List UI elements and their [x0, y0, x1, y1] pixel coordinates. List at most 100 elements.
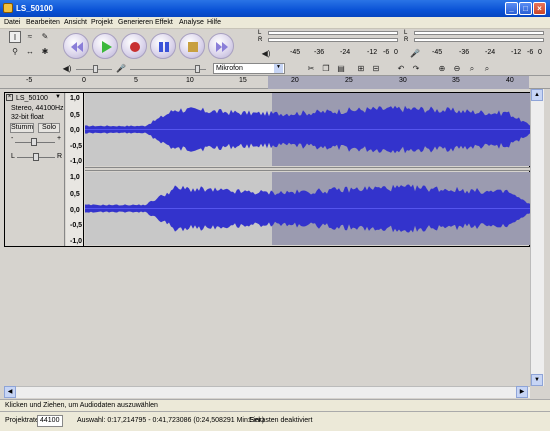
solo-button[interactable]: Solo: [38, 123, 60, 133]
snap-status: Einrasten deaktiviert: [249, 417, 313, 424]
mute-button[interactable]: Stumm: [10, 123, 34, 133]
stop-button[interactable]: [179, 33, 205, 59]
project-rate-field[interactable]: 44100: [37, 415, 63, 427]
draw-tool-icon[interactable]: ✎: [39, 31, 51, 43]
minimize-button[interactable]: _: [505, 2, 518, 15]
rec-meter-scale: -36: [459, 49, 470, 56]
play-icon: [102, 41, 112, 53]
menu-generieren[interactable]: Generieren: [118, 19, 153, 26]
gain-thumb[interactable]: [31, 138, 37, 146]
undo-icon[interactable]: ↶: [395, 63, 407, 75]
gain-minus-label: -: [11, 135, 14, 142]
trim-icon[interactable]: ⊞: [355, 63, 367, 75]
menu-hilfe[interactable]: Hilfe: [207, 19, 221, 26]
close-button[interactable]: ×: [533, 2, 546, 15]
track-name[interactable]: LS_50100: [16, 95, 48, 102]
ruler-tick: 40: [506, 77, 514, 84]
redo-icon[interactable]: ↷: [410, 63, 422, 75]
input-volume-icon: 🎤: [116, 64, 126, 73]
cut-icon[interactable]: ✂: [305, 63, 317, 75]
timeline-ruler[interactable]: -5 0 5 10 15 20 25 30 35 40: [0, 75, 550, 89]
ruler-tick: -5: [26, 77, 33, 84]
project-rate-label: Projektrate:: [5, 417, 41, 424]
meter-scale: -24: [340, 49, 351, 56]
pan-l-label: L: [11, 153, 15, 160]
rec-meter-scale: -45: [432, 49, 443, 56]
record-button[interactable]: [121, 33, 147, 59]
fit-project-icon[interactable]: ⌕: [481, 63, 493, 75]
scale-label: -1,0: [70, 238, 83, 245]
rec-meter-bar-r: [414, 38, 544, 42]
empty-track-area[interactable]: [4, 248, 530, 384]
scroll-left-icon[interactable]: ◀: [4, 386, 16, 398]
scale-label: 1,0: [70, 174, 80, 181]
vertical-scrollbar[interactable]: ▲ ▼: [530, 89, 544, 386]
envelope-tool-icon[interactable]: ≈: [24, 31, 36, 43]
multi-tool-icon[interactable]: ✱: [39, 46, 51, 58]
zoom-out-icon[interactable]: ⊖: [451, 63, 463, 75]
horizontal-scrollbar[interactable]: ◀ ▶: [4, 386, 530, 398]
meter-bar-l: [268, 31, 398, 35]
chevron-down-icon[interactable]: ▼: [274, 64, 283, 73]
scale-label: 0,5: [70, 112, 80, 119]
skip-start-button[interactable]: [63, 33, 89, 59]
track-bits: 32-bit float: [11, 114, 44, 121]
window-title: LS_50100: [16, 4, 53, 13]
record-icon: [130, 42, 140, 52]
menu-analyse[interactable]: Analyse: [179, 19, 204, 26]
ruler-tick: 25: [345, 77, 353, 84]
play-button[interactable]: [92, 33, 118, 59]
pause-icon: [159, 42, 169, 52]
fit-selection-icon[interactable]: ⌕: [466, 63, 478, 75]
playback-meter-r: R: [258, 37, 398, 49]
waveform-right-channel[interactable]: [85, 172, 531, 245]
meter-scale: -45: [290, 49, 301, 56]
timeshift-tool-icon[interactable]: ↔: [24, 46, 36, 58]
scroll-right-icon[interactable]: ▶: [516, 386, 528, 398]
meter-l-label: L: [258, 30, 262, 36]
input-volume-thumb[interactable]: [195, 65, 200, 73]
status-hint: Klicken und Ziehen, um Audiodaten auszuw…: [5, 402, 158, 409]
stop-icon: [188, 42, 198, 52]
solo-label: Solo: [41, 124, 56, 131]
track-close-icon[interactable]: ×: [6, 94, 13, 101]
selection-tool-icon[interactable]: I: [9, 31, 21, 43]
paste-icon[interactable]: ▤: [335, 63, 347, 75]
title-bar: LS_50100 _ □ ×: [0, 0, 550, 17]
input-source-value: Mikrofon: [216, 65, 243, 72]
ruler-tick: 30: [399, 77, 407, 84]
ruler-tick: 10: [186, 77, 194, 84]
menu-datei[interactable]: Datei: [4, 19, 20, 26]
channel-divider: [85, 167, 531, 171]
mute-label: Stumm: [11, 124, 34, 131]
output-volume-icon: ◀): [62, 64, 72, 73]
track-menu-chevron-icon[interactable]: ▼: [55, 94, 61, 100]
pause-button[interactable]: [150, 33, 176, 59]
scale-label: 0,0: [70, 207, 80, 214]
rec-meter-l-label: L: [404, 30, 408, 36]
menu-ansicht[interactable]: Ansicht: [64, 19, 87, 26]
ruler-tick: 5: [134, 77, 138, 84]
menu-effekt[interactable]: Effekt: [155, 19, 173, 26]
zoom-in-icon[interactable]: ⊕: [436, 63, 448, 75]
microphone-icon[interactable]: 🎤: [409, 48, 421, 60]
copy-icon[interactable]: ❐: [320, 63, 332, 75]
menu-bearbeiten[interactable]: Bearbeiten: [26, 19, 60, 26]
zoom-tool-icon[interactable]: ⚲: [9, 46, 21, 58]
scroll-down-icon[interactable]: ▼: [531, 374, 543, 386]
maximize-button[interactable]: □: [519, 2, 532, 15]
silence-icon[interactable]: ⊟: [370, 63, 382, 75]
pan-thumb[interactable]: [33, 153, 39, 161]
meter-scale: 0: [394, 49, 398, 56]
input-source-select[interactable]: Mikrofon ▼: [213, 63, 285, 74]
speaker-icon[interactable]: ◀): [260, 48, 272, 60]
rec-meter-r-label: R: [404, 37, 409, 43]
output-volume-thumb[interactable]: [93, 65, 98, 73]
rec-meter-scale: -24: [485, 49, 496, 56]
scroll-up-icon[interactable]: ▲: [531, 89, 543, 101]
rec-meter-scale: -12: [511, 49, 522, 56]
skip-end-button[interactable]: [208, 33, 234, 59]
meter-r-label: R: [258, 37, 263, 43]
waveform-left-channel[interactable]: [85, 93, 531, 166]
menu-projekt[interactable]: Projekt: [91, 19, 113, 26]
